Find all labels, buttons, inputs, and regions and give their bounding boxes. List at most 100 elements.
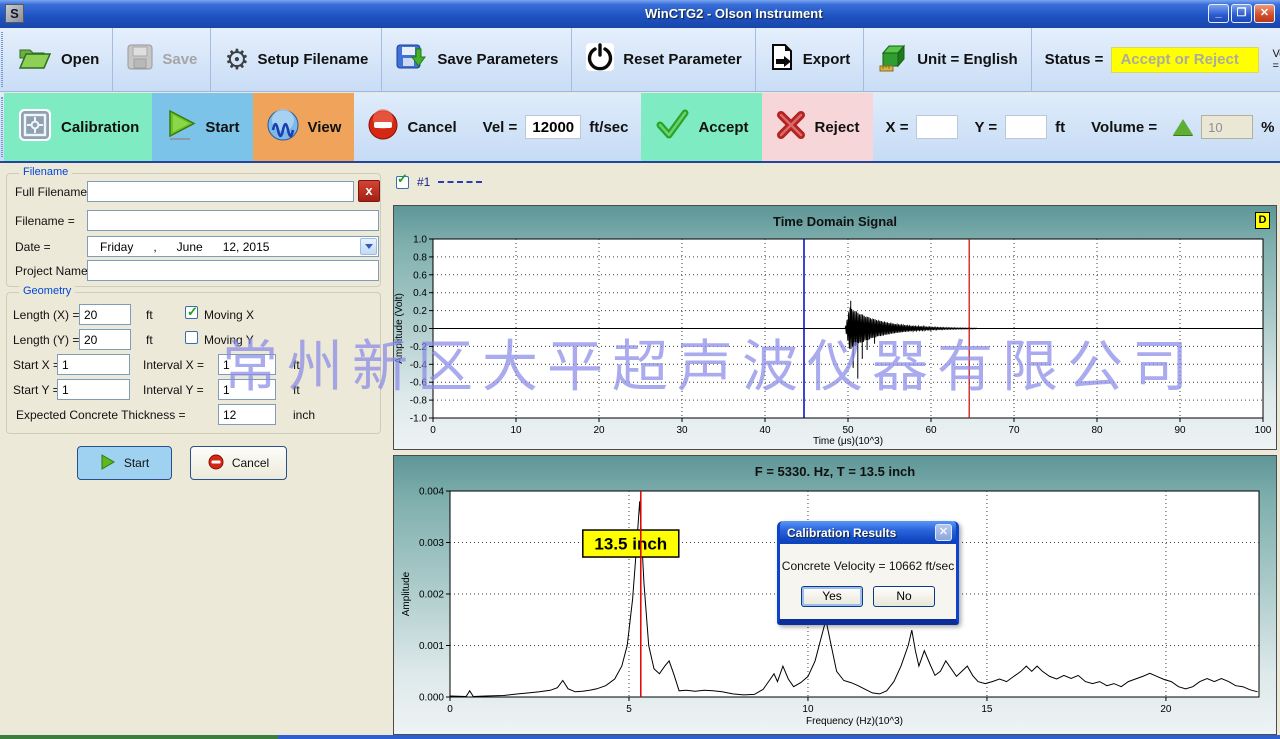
time-domain-chart: Time Domain Signal D 0102030405060708090… — [393, 205, 1277, 450]
unit-cube-icon — [877, 41, 909, 78]
dialog-no-button[interactable]: No — [873, 586, 935, 607]
reject-button[interactable]: Reject — [762, 93, 873, 161]
x-tick-label: 0 — [430, 425, 436, 436]
close-button[interactable]: ✕ — [1254, 4, 1275, 23]
y-label: Y = — [974, 119, 997, 136]
y-tick-label: -0.6 — [410, 378, 428, 389]
app-icon[interactable]: S — [5, 4, 24, 23]
x-tick-label: 0 — [447, 704, 453, 715]
clear-filename-button[interactable]: x — [358, 180, 380, 202]
channel-1-checkbox[interactable] — [396, 176, 409, 189]
x-label: X = — [886, 119, 909, 136]
full-filename-input[interactable] — [87, 181, 354, 202]
parameters-panel: Filename Full Filename = x Filename = Da… — [0, 165, 390, 735]
maximize-button[interactable]: ❐ — [1231, 4, 1252, 23]
date-dropdown-arrow[interactable] — [360, 238, 377, 255]
moving-x-checkbox[interactable] — [185, 306, 198, 319]
volume-section: Volume = % ⚙ — [1078, 93, 1280, 161]
x-tick-label: 70 — [1008, 425, 1020, 436]
y-tick-label: 0.4 — [413, 288, 427, 299]
x-tick-label: 10 — [802, 704, 814, 715]
reset-parameter-button[interactable]: Reset Parameter — [572, 28, 755, 91]
y-tick-label: 0.0 — [413, 324, 427, 335]
y-tick-label: 0.2 — [413, 306, 427, 317]
panel-start-button[interactable]: Start — [77, 446, 172, 480]
unit-button[interactable]: Unit = English — [864, 28, 1031, 91]
date-combobox[interactable]: Friday , June 12, 2015 — [87, 236, 379, 257]
length-x-input[interactable] — [79, 304, 131, 325]
thickness-input[interactable] — [218, 404, 276, 425]
interval-y-unit: ft — [293, 383, 300, 397]
dialog-title-bar[interactable]: Calibration Results ✕ — [780, 521, 956, 544]
save-parameters-icon — [395, 42, 429, 77]
y-tick-label: 0.001 — [419, 641, 444, 652]
start-x-input[interactable] — [57, 354, 130, 375]
length-y-input[interactable] — [79, 329, 131, 350]
interval-x-input[interactable] — [218, 354, 276, 375]
reset-parameter-label: Reset Parameter — [623, 51, 741, 68]
velocity-input[interactable] — [525, 115, 581, 139]
cancel-button[interactable]: Cancel — [354, 93, 469, 161]
setup-gear-icon: ⚙ — [224, 46, 249, 74]
start-y-input[interactable] — [57, 379, 130, 400]
volume-up-icon[interactable] — [1173, 119, 1193, 135]
volume-input[interactable] — [1201, 115, 1253, 139]
panel-cancel-button[interactable]: Cancel — [190, 446, 287, 480]
window-title: WinCTG2 - Olson Instrument — [645, 6, 823, 21]
x-tick-label: 40 — [759, 425, 771, 436]
date-label: Date = — [15, 240, 51, 254]
accept-button[interactable]: Accept — [641, 93, 761, 161]
x-tick-label: 50 — [842, 425, 854, 436]
time-domain-plot[interactable]: 0102030405060708090100-1.0-0.8-0.6-0.4-0… — [394, 206, 1278, 451]
save-button[interactable]: Save — [113, 28, 211, 91]
length-y-unit: ft — [146, 333, 153, 347]
moving-x-label: Moving X — [204, 308, 254, 322]
dialog-title: Calibration Results — [787, 526, 935, 540]
wincgt2-window: S WinCTG2 - Olson Instrument _ ❐ ✕ Open — [0, 0, 1280, 739]
action-toolbar: Calibration Start View — [0, 93, 1280, 163]
x-tick-label: 90 — [1174, 425, 1186, 436]
toolbar-grip-2[interactable] — [1, 97, 3, 157]
project-name-input[interactable] — [87, 260, 379, 281]
view-button[interactable]: View — [253, 93, 355, 161]
save-disk-icon — [126, 43, 154, 76]
x-tick-label: 20 — [1160, 704, 1172, 715]
length-y-label: Length (Y) = — [13, 333, 79, 347]
velocity-section: Vel = ft/sec — [470, 93, 642, 161]
filename-input[interactable] — [87, 210, 379, 231]
toolbar-grip[interactable] — [1, 32, 3, 87]
open-button[interactable]: Open — [4, 28, 113, 91]
xy-section: X = Y = ft — [873, 93, 1079, 161]
x-tick-label: 100 — [1255, 425, 1272, 436]
length-x-unit: ft — [146, 308, 153, 322]
x-input[interactable] — [916, 115, 958, 139]
y-tick-label: -0.4 — [410, 360, 428, 371]
y-tick-label: 0.002 — [419, 590, 444, 601]
panel-start-label: Start — [124, 456, 149, 470]
panel-cancel-stop-icon — [208, 454, 224, 473]
panel-cancel-label: Cancel — [232, 456, 269, 470]
save-label: Save — [162, 51, 197, 68]
panel-start-play-icon — [100, 454, 116, 473]
y-input[interactable] — [1005, 115, 1047, 139]
moving-y-checkbox[interactable] — [185, 331, 198, 344]
version-label: Version = 1.0 — [1272, 48, 1280, 72]
calibration-button[interactable]: Calibration — [4, 93, 152, 161]
x-tick-label: 30 — [676, 425, 688, 436]
minimize-button[interactable]: _ — [1208, 4, 1229, 23]
x-tick-label: 10 — [510, 425, 522, 436]
status-value[interactable]: Accept or Reject — [1111, 47, 1259, 73]
y-tick-label: 0.003 — [419, 538, 444, 549]
dialog-close-icon[interactable]: ✕ — [935, 524, 952, 541]
cancel-label: Cancel — [407, 119, 456, 136]
save-parameters-button[interactable]: Save Parameters — [382, 28, 572, 91]
interval-y-input[interactable] — [218, 379, 276, 400]
setup-filename-button[interactable]: ⚙ Setup Filename — [211, 28, 382, 91]
geometry-group-legend: Geometry — [19, 285, 75, 297]
export-button[interactable]: Export — [756, 28, 865, 91]
dialog-yes-button[interactable]: Yes — [801, 586, 863, 607]
start-button[interactable]: Start — [152, 93, 252, 161]
charts-panel: #1 Time Domain Signal D 0102030405060708… — [390, 165, 1280, 739]
open-label: Open — [61, 51, 99, 68]
xy-unit-label: ft — [1055, 119, 1065, 136]
